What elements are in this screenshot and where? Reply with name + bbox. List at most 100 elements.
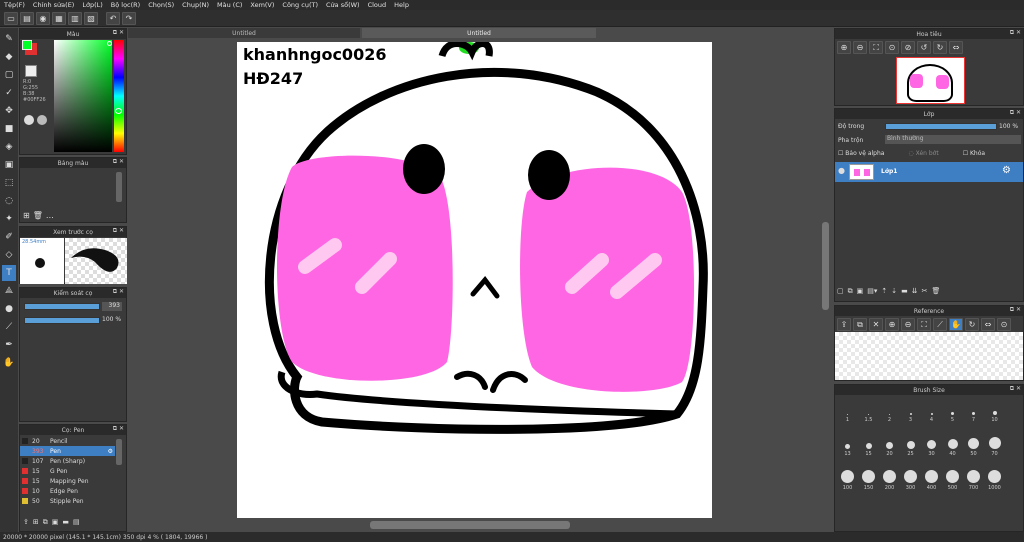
brush-size-option[interactable]: 1.5 <box>858 397 879 423</box>
saturation-value-picker[interactable] <box>54 40 112 152</box>
select-pen-icon[interactable]: ✐ <box>2 229 16 245</box>
reference-canvas[interactable] <box>835 332 1023 380</box>
brush-copy-icon[interactable]: ⧉ <box>43 518 48 527</box>
brush-size-option[interactable]: 2 <box>879 397 900 423</box>
ref-reset-icon[interactable]: ⊙ <box>997 318 1011 331</box>
panel-close-icon[interactable]: ⧉ ✕ <box>113 158 124 166</box>
doc-tab-1[interactable]: Untitled <box>128 28 360 38</box>
brush-size-option[interactable]: 500 <box>942 459 963 491</box>
panel-close-icon[interactable]: ⧉ ✕ <box>113 227 124 235</box>
brush-size-option[interactable]: 10 <box>984 397 1005 423</box>
sv-cursor[interactable] <box>107 41 112 46</box>
doc-tab-2[interactable]: Untitled <box>362 28 596 38</box>
bucket-tool-icon[interactable]: ◈ <box>2 139 16 155</box>
hue-cursor[interactable] <box>115 108 122 114</box>
pen-nib-icon[interactable]: ✒ <box>2 337 16 353</box>
flip-icon[interactable]: ⇔ <box>949 41 963 54</box>
menu-item-10[interactable]: Cloud <box>368 1 387 9</box>
hand-tool-icon[interactable]: ✋ <box>2 355 16 371</box>
brush-size-option[interactable]: 7 <box>963 397 984 423</box>
menu-item-0[interactable]: Tệp(F) <box>4 1 25 9</box>
palette-delete-icon[interactable]: 🗑 <box>33 211 43 220</box>
panel-close-icon[interactable]: ⧉ ✕ <box>1010 109 1021 117</box>
panel-close-icon[interactable]: ⧉ ✕ <box>1010 29 1021 37</box>
layout-icon[interactable]: ▥ <box>68 11 82 25</box>
ref-eyedropper-icon[interactable]: ⟋ <box>933 318 947 331</box>
select-tool-icon[interactable]: ⬚ <box>2 175 16 191</box>
brush-size-option[interactable]: 1000 <box>984 459 1005 491</box>
new-layer-icon[interactable]: ▢ <box>837 287 844 296</box>
panel-close-icon[interactable]: ⧉ ✕ <box>113 425 124 433</box>
menu-item-11[interactable]: Help <box>394 1 409 9</box>
brush-save-icon[interactable]: ▣ <box>52 518 59 527</box>
brush-size-option[interactable]: 40 <box>942 425 963 457</box>
palette-add-icon[interactable]: ⊞ <box>23 211 30 220</box>
layer-folder-icon[interactable]: ▬ <box>901 287 908 296</box>
rotate-left-icon[interactable]: ↺ <box>917 41 931 54</box>
pen-tool-icon[interactable]: ✎ <box>2 31 16 47</box>
ref-rotate-icon[interactable]: ↻ <box>965 318 979 331</box>
brush-size-option[interactable]: 50 <box>963 425 984 457</box>
comment-icon[interactable]: ◉ <box>36 11 50 25</box>
menu-item-9[interactable]: Cửa sổ(W) <box>326 1 360 9</box>
menu-item-7[interactable]: Xem(V) <box>250 1 274 9</box>
panel-close-icon[interactable]: ⧉ ✕ <box>1010 385 1021 393</box>
palette-scrollbar[interactable] <box>116 172 122 202</box>
layer-menu-icon[interactable]: ▤▾ <box>867 287 877 296</box>
brush-size-option[interactable]: 3 <box>900 397 921 423</box>
blend-mode-select[interactable]: Bình thường <box>885 135 1021 144</box>
brush-size-option[interactable]: 25 <box>900 425 921 457</box>
navigator-thumbnail[interactable] <box>896 57 965 104</box>
ref-zoom-in-icon[interactable]: ⊕ <box>885 318 899 331</box>
ref-hand-icon[interactable]: ✋ <box>949 318 963 331</box>
brush-list-item[interactable]: 15 Mapping Pen <box>20 476 115 486</box>
brush-list-item[interactable]: 10 Edge Pen <box>20 486 115 496</box>
gradient-tool-icon[interactable]: ▣ <box>2 157 16 173</box>
select-eraser-icon[interactable]: ◇ <box>2 247 16 263</box>
vertical-scrollbar[interactable] <box>822 222 829 310</box>
zoom-100-icon[interactable]: ⊙ <box>885 41 899 54</box>
brush-size-option[interactable]: 30 <box>921 425 942 457</box>
zoom-reset-icon[interactable]: ⊘ <box>901 41 915 54</box>
menu-item-4[interactable]: Chọn(S) <box>148 1 174 9</box>
ref-open-icon[interactable]: ⇪ <box>837 318 851 331</box>
brush-size-option[interactable]: 100 <box>837 459 858 491</box>
panels-icon[interactable]: ▧ <box>84 11 98 25</box>
layer-merge-down-icon[interactable]: ⇊ <box>912 287 918 296</box>
hue-slider[interactable] <box>114 40 124 152</box>
zoom-out-icon[interactable]: ⊖ <box>853 41 867 54</box>
brush-list-scrollbar[interactable] <box>116 439 122 465</box>
merge-layer-icon[interactable]: ▣ <box>857 287 864 296</box>
brush-size-option[interactable]: 4 <box>921 397 942 423</box>
layer-settings-icon[interactable]: ⚙ <box>1002 165 1011 176</box>
menu-item-1[interactable]: Chỉnh sửa(E) <box>33 1 74 9</box>
ref-fit-icon[interactable]: ⛶ <box>917 318 931 331</box>
horizontal-scrollbar[interactable] <box>370 521 570 529</box>
ref-copy-icon[interactable]: ⧉ <box>853 318 867 331</box>
divide-tool-icon[interactable]: ⟁ <box>2 283 16 299</box>
layer-delete-icon[interactable]: 🗑 <box>932 287 941 296</box>
brush-list-item[interactable]: 15 G Pen <box>20 466 115 476</box>
brush-size-option[interactable]: 70 <box>984 425 1005 457</box>
brush-list-item[interactable]: 20 Pencil <box>20 436 115 446</box>
brush-size-option[interactable]: 200 <box>879 459 900 491</box>
brush-size-option[interactable]: 1 <box>837 397 858 423</box>
layer-opacity-slider[interactable] <box>885 123 997 130</box>
redo-icon[interactable]: ↷ <box>122 11 136 25</box>
brush-size-option[interactable]: 700 <box>963 459 984 491</box>
brush-size-option[interactable]: 20 <box>879 425 900 457</box>
move-down-icon[interactable]: ⇣ <box>891 287 897 296</box>
palette-more-icon[interactable]: … <box>46 211 54 220</box>
brush-list-item[interactable]: 50 Stipple Pen <box>20 496 115 506</box>
lasso-tool-icon[interactable]: ◌ <box>2 193 16 209</box>
rotate-right-icon[interactable]: ↻ <box>933 41 947 54</box>
check-icon[interactable]: ✓ <box>2 85 16 101</box>
drawing-canvas[interactable]: khanhngoc0026 HĐ247 <box>237 40 712 518</box>
color-wheel-icon[interactable] <box>24 115 34 125</box>
menu-item-6[interactable]: Màu (C) <box>217 1 242 9</box>
layer-clear-icon[interactable]: ✂ <box>922 287 928 296</box>
move-tool-icon[interactable]: ✥ <box>2 103 16 119</box>
ref-close-icon[interactable]: ✕ <box>869 318 883 331</box>
transparent-swatch[interactable] <box>25 65 37 77</box>
protect-alpha-checkbox[interactable]: ☐ Bảo vệ alpha <box>838 150 884 157</box>
